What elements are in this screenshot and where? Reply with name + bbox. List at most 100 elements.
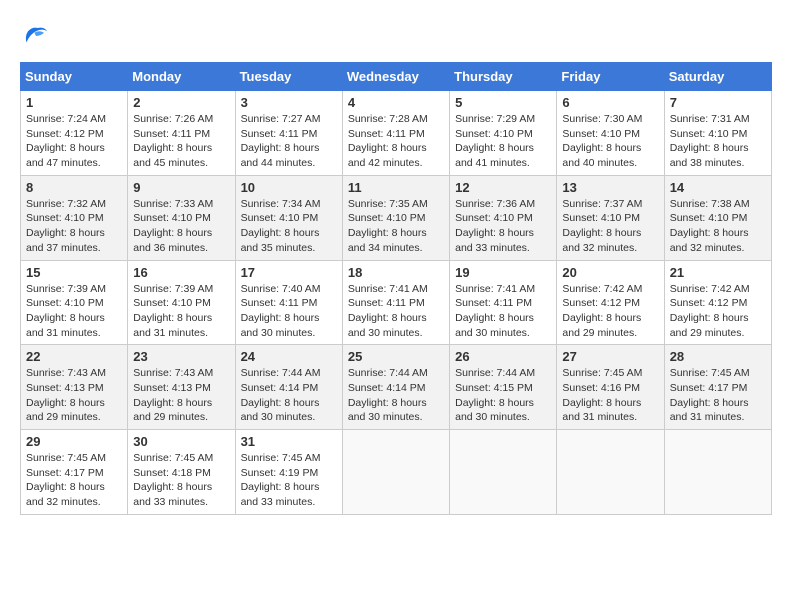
day-detail: Sunrise: 7:45 AMSunset: 4:19 PMDaylight:… xyxy=(241,452,321,508)
calendar-cell xyxy=(664,430,771,515)
day-detail: Sunrise: 7:24 AMSunset: 4:12 PMDaylight:… xyxy=(26,113,106,169)
day-number: 14 xyxy=(670,180,766,195)
day-detail: Sunrise: 7:41 AMSunset: 4:11 PMDaylight:… xyxy=(455,283,535,339)
logo xyxy=(20,20,56,52)
weekday-header: Tuesday xyxy=(235,63,342,91)
day-detail: Sunrise: 7:28 AMSunset: 4:11 PMDaylight:… xyxy=(348,113,428,169)
calendar-cell: 8 Sunrise: 7:32 AMSunset: 4:10 PMDayligh… xyxy=(21,175,128,260)
day-detail: Sunrise: 7:39 AMSunset: 4:10 PMDaylight:… xyxy=(26,283,106,339)
day-number: 26 xyxy=(455,349,551,364)
calendar-cell: 12 Sunrise: 7:36 AMSunset: 4:10 PMDaylig… xyxy=(450,175,557,260)
calendar-week-row: 8 Sunrise: 7:32 AMSunset: 4:10 PMDayligh… xyxy=(21,175,772,260)
weekday-header: Thursday xyxy=(450,63,557,91)
day-number: 8 xyxy=(26,180,122,195)
page-header xyxy=(20,20,772,52)
calendar-week-row: 15 Sunrise: 7:39 AMSunset: 4:10 PMDaylig… xyxy=(21,260,772,345)
calendar-cell: 17 Sunrise: 7:40 AMSunset: 4:11 PMDaylig… xyxy=(235,260,342,345)
calendar-cell: 25 Sunrise: 7:44 AMSunset: 4:14 PMDaylig… xyxy=(342,345,449,430)
calendar-cell: 15 Sunrise: 7:39 AMSunset: 4:10 PMDaylig… xyxy=(21,260,128,345)
day-number: 3 xyxy=(241,95,337,110)
day-detail: Sunrise: 7:35 AMSunset: 4:10 PMDaylight:… xyxy=(348,198,428,254)
calendar-week-row: 22 Sunrise: 7:43 AMSunset: 4:13 PMDaylig… xyxy=(21,345,772,430)
calendar-cell: 11 Sunrise: 7:35 AMSunset: 4:10 PMDaylig… xyxy=(342,175,449,260)
calendar-cell xyxy=(557,430,664,515)
day-number: 20 xyxy=(562,265,658,280)
day-detail: Sunrise: 7:45 AMSunset: 4:16 PMDaylight:… xyxy=(562,367,642,423)
weekday-header: Wednesday xyxy=(342,63,449,91)
calendar-cell: 3 Sunrise: 7:27 AMSunset: 4:11 PMDayligh… xyxy=(235,91,342,176)
day-number: 6 xyxy=(562,95,658,110)
calendar-cell: 18 Sunrise: 7:41 AMSunset: 4:11 PMDaylig… xyxy=(342,260,449,345)
calendar-cell: 26 Sunrise: 7:44 AMSunset: 4:15 PMDaylig… xyxy=(450,345,557,430)
calendar-cell: 7 Sunrise: 7:31 AMSunset: 4:10 PMDayligh… xyxy=(664,91,771,176)
calendar-cell: 13 Sunrise: 7:37 AMSunset: 4:10 PMDaylig… xyxy=(557,175,664,260)
calendar-cell: 2 Sunrise: 7:26 AMSunset: 4:11 PMDayligh… xyxy=(128,91,235,176)
day-detail: Sunrise: 7:45 AMSunset: 4:17 PMDaylight:… xyxy=(26,452,106,508)
calendar-cell: 31 Sunrise: 7:45 AMSunset: 4:19 PMDaylig… xyxy=(235,430,342,515)
day-number: 5 xyxy=(455,95,551,110)
day-number: 31 xyxy=(241,434,337,449)
day-detail: Sunrise: 7:39 AMSunset: 4:10 PMDaylight:… xyxy=(133,283,213,339)
day-number: 9 xyxy=(133,180,229,195)
day-number: 16 xyxy=(133,265,229,280)
day-number: 13 xyxy=(562,180,658,195)
day-number: 24 xyxy=(241,349,337,364)
day-number: 1 xyxy=(26,95,122,110)
calendar-cell: 20 Sunrise: 7:42 AMSunset: 4:12 PMDaylig… xyxy=(557,260,664,345)
weekday-header: Monday xyxy=(128,63,235,91)
day-detail: Sunrise: 7:27 AMSunset: 4:11 PMDaylight:… xyxy=(241,113,321,169)
day-detail: Sunrise: 7:33 AMSunset: 4:10 PMDaylight:… xyxy=(133,198,213,254)
day-detail: Sunrise: 7:43 AMSunset: 4:13 PMDaylight:… xyxy=(133,367,213,423)
calendar-cell: 16 Sunrise: 7:39 AMSunset: 4:10 PMDaylig… xyxy=(128,260,235,345)
calendar-week-row: 1 Sunrise: 7:24 AMSunset: 4:12 PMDayligh… xyxy=(21,91,772,176)
calendar-cell: 4 Sunrise: 7:28 AMSunset: 4:11 PMDayligh… xyxy=(342,91,449,176)
day-number: 27 xyxy=(562,349,658,364)
day-number: 18 xyxy=(348,265,444,280)
day-number: 17 xyxy=(241,265,337,280)
day-number: 28 xyxy=(670,349,766,364)
calendar-cell: 14 Sunrise: 7:38 AMSunset: 4:10 PMDaylig… xyxy=(664,175,771,260)
day-detail: Sunrise: 7:29 AMSunset: 4:10 PMDaylight:… xyxy=(455,113,535,169)
calendar-cell: 29 Sunrise: 7:45 AMSunset: 4:17 PMDaylig… xyxy=(21,430,128,515)
day-detail: Sunrise: 7:26 AMSunset: 4:11 PMDaylight:… xyxy=(133,113,213,169)
calendar-cell: 5 Sunrise: 7:29 AMSunset: 4:10 PMDayligh… xyxy=(450,91,557,176)
weekday-header-row: SundayMondayTuesdayWednesdayThursdayFrid… xyxy=(21,63,772,91)
weekday-header: Saturday xyxy=(664,63,771,91)
calendar-cell: 27 Sunrise: 7:45 AMSunset: 4:16 PMDaylig… xyxy=(557,345,664,430)
day-number: 25 xyxy=(348,349,444,364)
day-number: 2 xyxy=(133,95,229,110)
day-detail: Sunrise: 7:38 AMSunset: 4:10 PMDaylight:… xyxy=(670,198,750,254)
day-number: 29 xyxy=(26,434,122,449)
day-number: 30 xyxy=(133,434,229,449)
day-number: 11 xyxy=(348,180,444,195)
calendar-cell: 23 Sunrise: 7:43 AMSunset: 4:13 PMDaylig… xyxy=(128,345,235,430)
day-detail: Sunrise: 7:44 AMSunset: 4:14 PMDaylight:… xyxy=(241,367,321,423)
calendar-cell: 24 Sunrise: 7:44 AMSunset: 4:14 PMDaylig… xyxy=(235,345,342,430)
day-detail: Sunrise: 7:40 AMSunset: 4:11 PMDaylight:… xyxy=(241,283,321,339)
weekday-header: Friday xyxy=(557,63,664,91)
day-detail: Sunrise: 7:45 AMSunset: 4:17 PMDaylight:… xyxy=(670,367,750,423)
day-detail: Sunrise: 7:42 AMSunset: 4:12 PMDaylight:… xyxy=(670,283,750,339)
day-detail: Sunrise: 7:44 AMSunset: 4:14 PMDaylight:… xyxy=(348,367,428,423)
day-number: 10 xyxy=(241,180,337,195)
day-detail: Sunrise: 7:32 AMSunset: 4:10 PMDaylight:… xyxy=(26,198,106,254)
day-detail: Sunrise: 7:31 AMSunset: 4:10 PMDaylight:… xyxy=(670,113,750,169)
day-detail: Sunrise: 7:36 AMSunset: 4:10 PMDaylight:… xyxy=(455,198,535,254)
calendar-cell xyxy=(342,430,449,515)
day-number: 4 xyxy=(348,95,444,110)
calendar-cell: 22 Sunrise: 7:43 AMSunset: 4:13 PMDaylig… xyxy=(21,345,128,430)
calendar-cell: 9 Sunrise: 7:33 AMSunset: 4:10 PMDayligh… xyxy=(128,175,235,260)
day-number: 7 xyxy=(670,95,766,110)
calendar-cell: 6 Sunrise: 7:30 AMSunset: 4:10 PMDayligh… xyxy=(557,91,664,176)
day-detail: Sunrise: 7:45 AMSunset: 4:18 PMDaylight:… xyxy=(133,452,213,508)
calendar-cell: 19 Sunrise: 7:41 AMSunset: 4:11 PMDaylig… xyxy=(450,260,557,345)
calendar-table: SundayMondayTuesdayWednesdayThursdayFrid… xyxy=(20,62,772,515)
calendar-week-row: 29 Sunrise: 7:45 AMSunset: 4:17 PMDaylig… xyxy=(21,430,772,515)
day-number: 12 xyxy=(455,180,551,195)
day-detail: Sunrise: 7:37 AMSunset: 4:10 PMDaylight:… xyxy=(562,198,642,254)
calendar-cell: 21 Sunrise: 7:42 AMSunset: 4:12 PMDaylig… xyxy=(664,260,771,345)
day-detail: Sunrise: 7:41 AMSunset: 4:11 PMDaylight:… xyxy=(348,283,428,339)
day-detail: Sunrise: 7:44 AMSunset: 4:15 PMDaylight:… xyxy=(455,367,535,423)
day-number: 21 xyxy=(670,265,766,280)
weekday-header: Sunday xyxy=(21,63,128,91)
